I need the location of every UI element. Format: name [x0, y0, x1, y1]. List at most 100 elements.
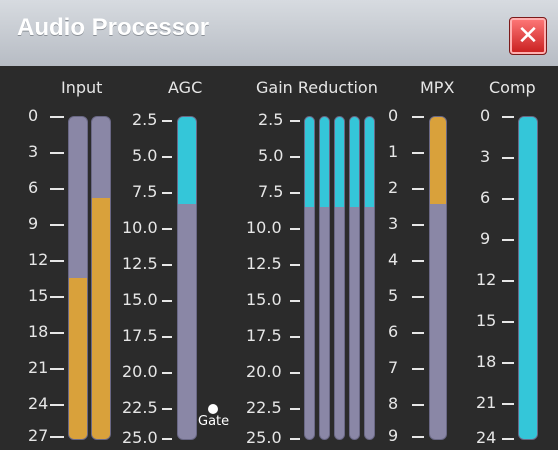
gain-reduction-scale-tick	[290, 336, 300, 338]
input-left-meter	[68, 116, 88, 440]
close-icon: ✕	[517, 21, 539, 51]
gain-reduction-scale-label: 15.0	[246, 290, 282, 309]
comp-scale-tick	[502, 280, 514, 282]
input-scale-label: 24	[28, 394, 49, 413]
gain-reduction-scale-tick	[290, 408, 300, 410]
agc-scale-tick	[162, 408, 172, 410]
close-button[interactable]: ✕	[509, 17, 547, 55]
agc-scale-label: 17.5	[122, 326, 158, 345]
header-input: Input	[61, 78, 103, 97]
gain-reduction-scale-label: 2.5	[258, 110, 284, 129]
input-scale-tick	[50, 404, 64, 406]
mpx-scale-tick	[412, 224, 424, 226]
input-scale-tick	[50, 296, 64, 298]
comp-scale-label: 12	[476, 270, 497, 289]
agc-scale-label: 20.0	[122, 362, 158, 381]
input-scale-label: 15	[28, 286, 49, 305]
gain-reduction-scale-label: 25.0	[246, 428, 282, 447]
agc-scale-label: 15.0	[122, 290, 158, 309]
gain-reduction-meter-2	[319, 116, 330, 440]
gain-reduction-scale-tick	[290, 438, 300, 440]
mpx-scale-tick	[412, 188, 424, 190]
gate-indicator	[208, 404, 218, 414]
comp-meter	[518, 116, 538, 440]
mpx-scale-tick	[412, 332, 424, 334]
gain-reduction-scale-label: 20.0	[246, 362, 282, 381]
mpx-scale-tick	[412, 116, 424, 118]
gain-reduction-scale-tick	[290, 192, 300, 194]
mpx-scale-label: 9	[388, 426, 399, 445]
comp-scale-tick	[502, 157, 514, 159]
header-comp: Comp	[489, 78, 536, 97]
agc-fill	[178, 117, 196, 204]
gain-reduction-scale-label: 17.5	[246, 326, 282, 345]
gain-reduction-fill-5	[365, 117, 374, 208]
agc-scale-tick	[162, 336, 172, 338]
gain-reduction-fill-1	[305, 117, 314, 208]
mpx-scale-tick	[412, 152, 424, 154]
input-scale-tick	[50, 332, 64, 334]
comp-scale-label: 18	[476, 352, 497, 371]
gain-reduction-scale-label: 5.0	[258, 146, 284, 165]
gain-reduction-meter-1	[304, 116, 315, 440]
input-scale-tick	[50, 188, 64, 190]
gain-reduction-scale-tick	[290, 120, 300, 122]
input-scale-label: 27	[28, 426, 49, 445]
input-scale-label: 0	[28, 106, 39, 125]
input-scale-label: 12	[28, 250, 49, 269]
gain-reduction-fill-3	[335, 117, 344, 208]
gain-reduction-meter-5	[364, 116, 375, 440]
header-gain-reduction: Gain Reduction	[256, 78, 378, 97]
input-right-fill	[92, 197, 110, 439]
input-right-meter	[91, 116, 111, 440]
agc-scale-tick	[162, 300, 172, 302]
header-mpx: MPX	[420, 78, 455, 97]
agc-scale-tick	[162, 438, 172, 440]
agc-scale-label: 10.0	[122, 218, 158, 237]
comp-scale-tick	[502, 239, 514, 241]
agc-scale-label: 25.0	[122, 428, 158, 447]
gain-reduction-scale-label: 10.0	[246, 218, 282, 237]
mpx-fill	[430, 117, 446, 204]
mpx-scale-tick	[412, 296, 424, 298]
gate-label: Gate	[198, 414, 230, 429]
agc-scale-tick	[162, 192, 172, 194]
comp-scale-tick	[502, 321, 514, 323]
input-scale-tick	[50, 436, 64, 438]
mpx-scale-label: 1	[388, 142, 399, 161]
mpx-scale-label: 5	[388, 286, 399, 305]
mpx-scale-tick	[412, 404, 424, 406]
agc-scale-tick	[162, 264, 172, 266]
mpx-meter	[429, 116, 447, 440]
input-scale-tick	[50, 224, 64, 226]
gain-reduction-meter-4	[349, 116, 360, 440]
comp-scale-label: 15	[476, 311, 497, 330]
input-left-fill	[69, 278, 87, 439]
input-scale-tick	[50, 368, 64, 370]
mpx-scale-label: 8	[388, 394, 399, 413]
gain-reduction-scale-label: 7.5	[258, 182, 284, 201]
agc-scale-tick	[162, 372, 172, 374]
comp-scale-tick	[502, 438, 514, 440]
comp-scale-label: 6	[480, 188, 491, 207]
input-scale-label: 3	[28, 142, 39, 161]
comp-scale-tick	[502, 362, 514, 364]
gain-reduction-fill-4	[350, 117, 359, 208]
gain-reduction-scale-tick	[290, 264, 300, 266]
agc-meter	[177, 116, 197, 440]
agc-scale-label: 22.5	[122, 398, 158, 417]
mpx-scale-tick	[412, 368, 424, 370]
window-title: Audio Processor	[17, 14, 210, 41]
agc-scale-label: 2.5	[132, 110, 158, 129]
agc-scale-tick	[162, 228, 172, 230]
gain-reduction-scale-tick	[290, 156, 300, 158]
gain-reduction-fill-2	[320, 117, 329, 208]
comp-scale-label: 3	[480, 147, 491, 166]
gain-reduction-scale-label: 12.5	[246, 254, 282, 273]
gain-reduction-scale-tick	[290, 300, 300, 302]
mpx-scale-label: 4	[388, 250, 399, 269]
comp-scale-tick	[502, 198, 514, 200]
title-bar: Audio Processor ✕	[0, 0, 558, 66]
gain-reduction-scale-tick	[290, 372, 300, 374]
mpx-scale-label: 7	[388, 358, 399, 377]
